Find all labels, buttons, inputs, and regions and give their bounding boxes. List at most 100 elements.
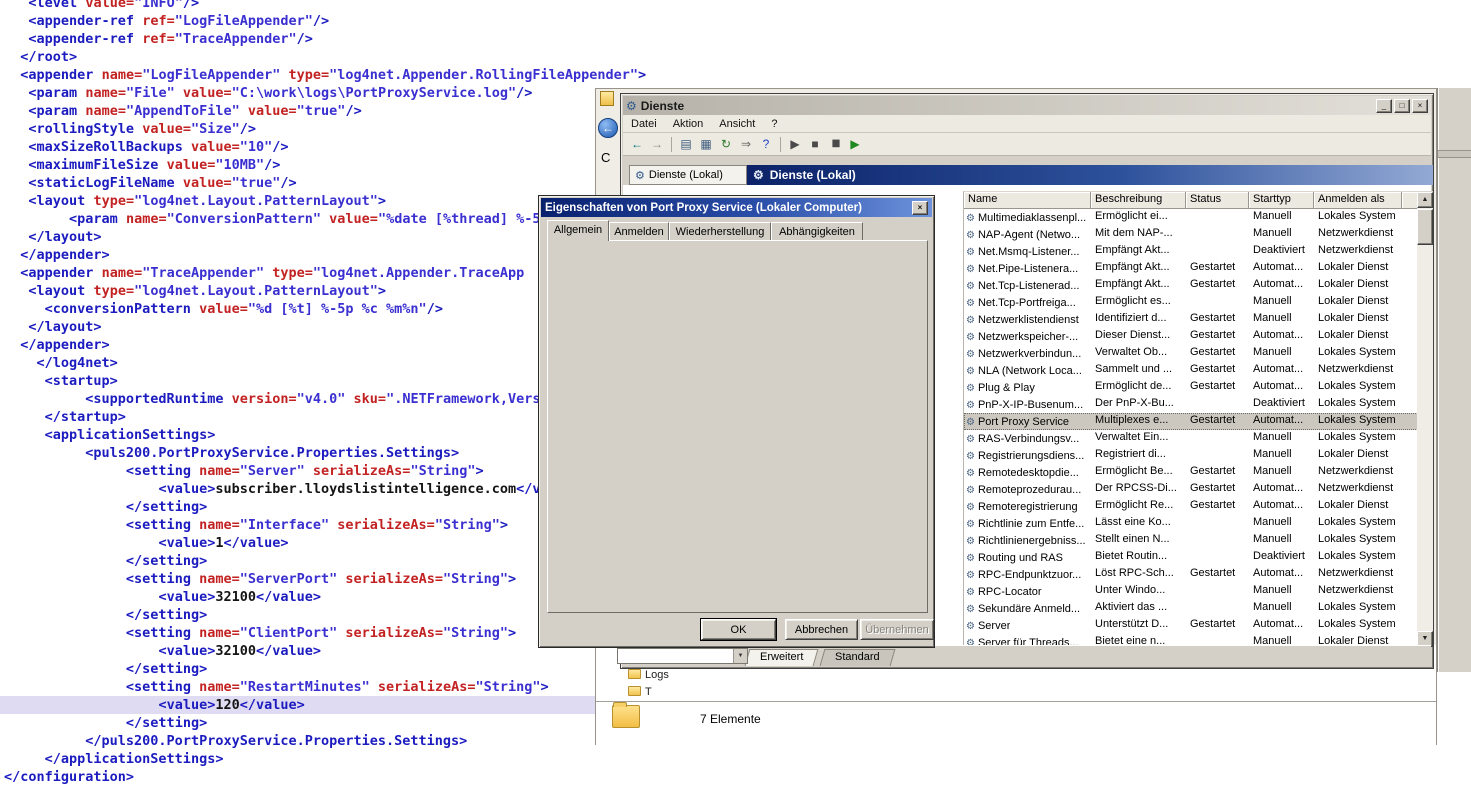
service-name-cell: ⚙Netzwerklistendienst [964,311,1091,328]
minimize-button[interactable]: _ [1376,99,1392,113]
service-name: Remotedesktopdie... [978,467,1079,479]
service-logon-cell: Lokales System [1314,515,1402,532]
menu-item-aktion[interactable]: Aktion [665,118,712,130]
column-header-start[interactable]: Starttyp [1249,192,1314,209]
service-name: Registrierungsdiens... [978,450,1084,462]
column-header-desc[interactable]: Beschreibung [1091,192,1186,209]
service-name: RPC-Locator [978,586,1042,598]
refresh-icon[interactable]: ↻ [716,134,736,154]
apply-button[interactable]: Übernehmen [860,619,934,640]
service-gear-icon: ⚙ [966,451,975,462]
service-name: Net.Msmq-Listener... [978,246,1079,258]
menu-item-datei[interactable]: Datei [623,118,665,130]
table-row[interactable]: ⚙Net.Tcp-Listenerad...Empfängt Akt...Ges… [964,277,1418,294]
menu-item-?[interactable]: ? [763,118,785,130]
table-row[interactable]: ⚙Registrierungsdiens...Registriert di...… [964,447,1418,464]
chevron-down-icon[interactable]: ▼ [733,649,747,663]
title-bar[interactable]: ⚙ Dienste _ □ × [623,96,1431,115]
table-row[interactable]: ⚙RemoteregistrierungErmöglicht Re...Gest… [964,498,1418,515]
back-button[interactable]: ← [598,118,618,138]
service-name-cell: ⚙Net.Tcp-Portfreiga... [964,294,1091,311]
code-line: <appender-ref ref="LogFileAppender"/> [4,12,646,30]
service-name: Remoteprozedurau... [978,484,1081,496]
table-row[interactable]: ⚙Remotedesktopdie...Ermöglicht Be...Gest… [964,464,1418,481]
start-service-icon[interactable]: ▶ [785,134,805,154]
table-row[interactable]: ⚙RPC-Endpunktzuor...Löst RPC-Sch...Gesta… [964,566,1418,583]
service-logon-cell: Netzwerkdienst [1314,481,1402,498]
table-row[interactable]: ⚙Net.Pipe-Listenera...Empfängt Akt...Ges… [964,260,1418,277]
table-row[interactable]: ⚙Richtlinie zum Entfe...Lässt eine Ko...… [964,515,1418,532]
code-line: <value>120</value> [0,696,595,714]
column-header-status[interactable]: Status [1186,192,1249,209]
forward-icon[interactable]: → [647,134,667,154]
column-header-logon[interactable]: Anmelden als [1314,192,1402,209]
table-row[interactable]: ⚙NAP-Agent (Netwo...Mit dem NAP-...Manue… [964,226,1418,243]
scope-tab-label: Dienste (Lokal) [649,169,723,181]
pause-service-icon[interactable]: ▮▮ [825,134,845,154]
table-row[interactable]: ⚙RAS-Verbindungsv...Verwaltet Ein...Manu… [964,430,1418,447]
export-list-icon[interactable]: ▦ [696,134,716,154]
folder-tree-item[interactable]: T [628,686,652,701]
scroll-up-button[interactable]: ▲ [1417,192,1433,208]
table-row[interactable]: ⚙Netzwerkspeicher-...Dieser Dienst...Ges… [964,328,1418,345]
vertical-scrollbar[interactable]: ▲ ▼ [1417,192,1433,647]
service-logon-cell: Lokales System [1314,413,1402,430]
table-row[interactable]: ⚙Net.Msmq-Listener...Empfängt Akt...Deak… [964,243,1418,260]
service-status-cell [1186,532,1249,549]
menu-item-ansicht[interactable]: Ansicht [711,118,763,130]
divider [596,701,1436,702]
table-row[interactable]: ⚙PnP-X-IP-Busenum...Der PnP-X-Bu...Deakt… [964,396,1418,413]
close-icon[interactable]: × [912,201,928,215]
tab-abhaengigkeiten[interactable]: Abhängigkeiten [771,222,863,241]
restart-service-icon[interactable]: ▶ [845,134,865,154]
service-name-cell: ⚙Server [964,617,1091,634]
code-line: </root> [4,48,646,66]
back-icon[interactable]: ← [627,134,647,154]
service-name: Netzwerkspeicher-... [978,331,1078,343]
table-row[interactable]: ⚙Netzwerkverbindun...Verwaltet Ob...Gest… [964,345,1418,362]
service-status-cell: Gestartet [1186,362,1249,379]
table-row[interactable]: ⚙Port Proxy ServiceMultiplexes e...Gesta… [964,413,1418,430]
service-gear-icon: ⚙ [966,553,975,564]
service-startup-cell: Automat... [1249,413,1314,430]
scrollbar-thumb[interactable] [1417,209,1433,245]
scope-tab[interactable]: ⚙ Dienste (Lokal) [629,165,747,185]
service-status-cell [1186,583,1249,600]
tab-wiederherstellung[interactable]: Wiederherstellung [669,222,771,241]
maximize-button[interactable]: □ [1394,99,1410,113]
service-description-cell: Unter Windo... [1091,583,1186,600]
table-row[interactable]: ⚙Multimediaklassenpl...Ermöglicht ei...M… [964,209,1418,226]
show-console-tree-icon[interactable]: ▤ [676,134,696,154]
service-logon-cell: Lokales System [1314,549,1402,566]
stop-service-icon[interactable]: ■ [805,134,825,154]
desktop: <level value="INFO"/> <appender-ref ref=… [0,0,1471,787]
table-row[interactable]: ⚙NLA (Network Loca...Sammelt und ...Gest… [964,362,1418,379]
properties-icon[interactable]: ⇒ [736,134,756,154]
folder-tree-item[interactable]: Logs [628,669,669,684]
view-tab-standard[interactable]: Standard [820,649,896,666]
column-header-name[interactable]: Name [964,192,1091,209]
table-row[interactable]: ⚙RPC-LocatorUnter Windo...ManuellNetzwer… [964,583,1418,600]
cancel-button[interactable]: Abbrechen [785,619,858,640]
service-description-cell: Empfängt Akt... [1091,277,1186,294]
table-row[interactable]: ⚙Remoteprozedurau...Der RPCSS-Di...Gesta… [964,481,1418,498]
code-line: </puls200.PortProxyService.Properties.Se… [4,732,646,750]
table-row[interactable]: ⚙Richtlinienergebniss...Stellt einen N..… [964,532,1418,549]
table-row[interactable]: ⚙NetzwerklistendienstIdentifiziert d...G… [964,311,1418,328]
service-logon-cell: Netzwerkdienst [1314,243,1402,260]
address-bar-text: C [601,150,610,165]
service-status-cell: Gestartet [1186,617,1249,634]
close-button[interactable]: × [1412,99,1428,113]
tab-anmelden[interactable]: Anmelden [609,222,669,241]
dialog-title-bar[interactable]: Eigenschaften von Port Proxy Service (Lo… [541,198,932,217]
view-tab-erweitert[interactable]: Erweitert [745,649,819,666]
table-row[interactable]: ⚙Net.Tcp-Portfreiga...Ermöglicht es...Ma… [964,294,1418,311]
tab-allgemein[interactable]: Allgemein [547,220,609,241]
ok-button[interactable]: OK [701,619,776,640]
table-row[interactable]: ⚙Plug & PlayErmöglicht de...GestartetAut… [964,379,1418,396]
table-row[interactable]: ⚙Routing und RASBietet Routin...Deaktivi… [964,549,1418,566]
table-row[interactable]: ⚙ServerUnterstützt D...GestartetAutomat.… [964,617,1418,634]
table-row[interactable]: ⚙Sekundäre Anmeld...Aktiviert das ...Man… [964,600,1418,617]
background-combo-box[interactable]: ▼ [617,648,748,664]
help-icon[interactable]: ? [756,134,776,154]
